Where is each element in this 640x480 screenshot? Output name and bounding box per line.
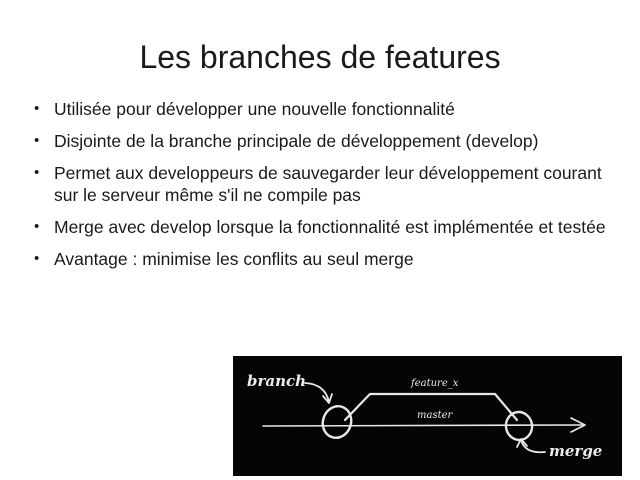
slide-title: Les branches de features [139, 39, 501, 75]
feature-label: feature_x [410, 378, 459, 389]
bullet-item: • Utilisée pour développer une nouvelle … [34, 98, 614, 120]
bullet-item: • Disjointe de la branche principale de … [34, 130, 614, 152]
bullet-icon: • [34, 100, 40, 117]
bullet-text: Merge avec develop lorsque la fonctionna… [54, 217, 606, 237]
bullet-list: • Utilisée pour développer une nouvelle … [34, 98, 614, 280]
bullet-text: Disjointe de la branche principale de dé… [54, 131, 539, 151]
bullet-item: • Permet aux developpeurs de sauvegarder… [34, 162, 614, 206]
branch-point-circle [321, 405, 353, 439]
bullet-text: Utilisée pour développer une nouvelle fo… [54, 99, 455, 119]
branch-diagram-image: branch feature_x master merge [233, 356, 622, 476]
master-label: master [417, 410, 454, 421]
merge-label: merge [549, 442, 602, 460]
bullet-text: Avantage : minimise les conflits au seul… [54, 249, 414, 269]
bullet-icon: • [34, 250, 40, 267]
master-line [262, 424, 584, 427]
bullet-text: Permet aux developpeurs de sauvegarder l… [54, 163, 602, 205]
bullet-item: • Merge avec develop lorsque la fonction… [34, 216, 614, 238]
bullet-icon: • [34, 132, 40, 149]
branch-diagram-svg: branch feature_x master merge [247, 372, 602, 460]
branch-label: branch [247, 372, 306, 390]
bullet-icon: • [34, 218, 40, 235]
bullet-icon: • [34, 164, 40, 181]
bullet-item: • Avantage : minimise les conflits au se… [34, 248, 614, 270]
